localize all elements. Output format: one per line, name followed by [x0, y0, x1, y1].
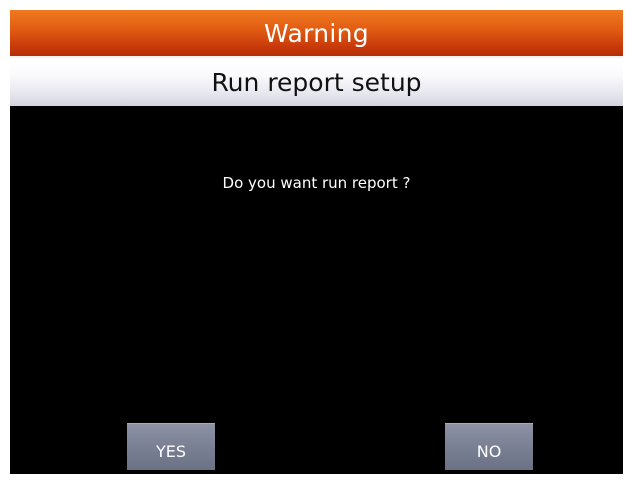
yes-button[interactable]: YES [127, 423, 215, 470]
warning-dialog: Warning Run report setup Do you want run… [10, 10, 623, 474]
no-button[interactable]: NO [445, 423, 533, 470]
dialog-subtitle-bar: Run report setup [10, 58, 623, 106]
no-button-label: NO [476, 441, 502, 461]
dialog-title: Warning [264, 18, 369, 48]
dialog-title-bar: Warning [10, 10, 623, 58]
yes-button-label: YES [155, 441, 187, 461]
dialog-message: Do you want run report ? [222, 174, 411, 192]
dialog-subtitle: Run report setup [211, 67, 422, 97]
